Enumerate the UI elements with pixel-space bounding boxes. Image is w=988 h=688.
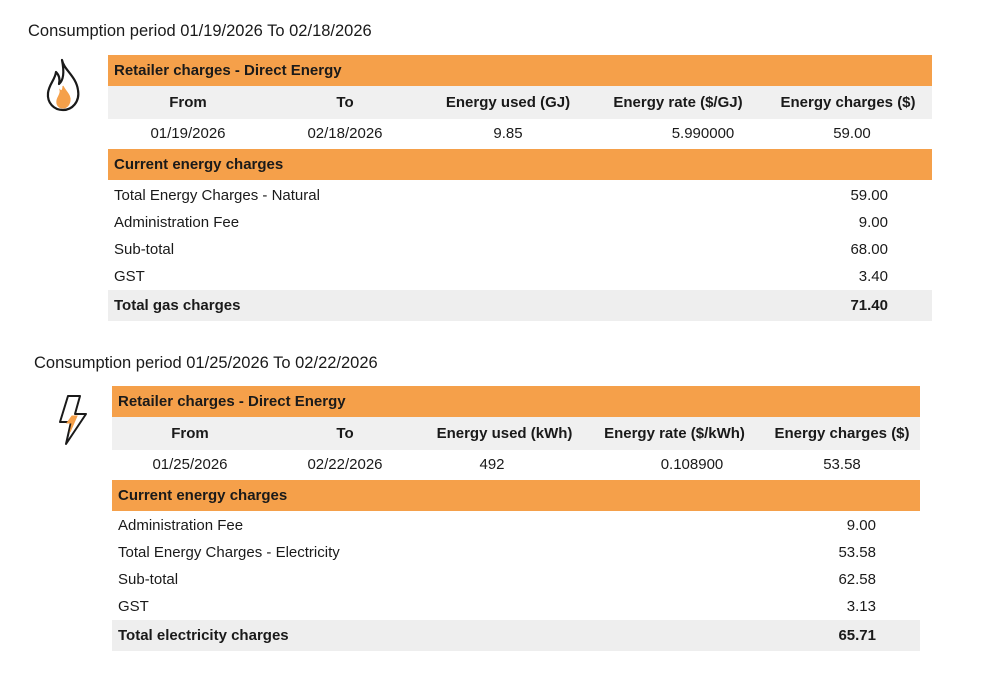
electricity-charges-table: Retailer charges - Direct Energy From To… [112,386,920,651]
gas-header-row: From To Energy used (GJ) Energy rate ($/… [108,86,932,119]
line-item-label: GST [114,268,145,285]
electricity-period-title: Consumption period 01/25/2026 To 02/22/2… [34,354,378,372]
line-item-amount: 53.58 [838,544,876,561]
gas-col-energy-rate: Energy rate ($/GJ) [613,94,743,111]
line-item-amount: 59.00 [850,187,888,204]
gas-charges-table: Retailer charges - Direct Energy From To… [108,55,932,321]
electricity-data-row: 01/25/2026 02/22/2026 492 0.108900 53.58 [112,450,920,480]
line-item-label: GST [118,598,149,615]
line-item-label: Administration Fee [118,517,244,534]
gas-col-from: From [169,94,207,111]
electricity-retailer-bar: Retailer charges - Direct Energy [112,386,920,417]
gas-line-item: Total Energy Charges - Natural 59.00 [108,182,932,209]
gas-period-title: Consumption period 01/19/2026 To 02/18/2… [28,22,372,40]
electricity-col-energy-charges: Energy charges ($) [774,425,910,442]
gas-col-energy-charges: Energy charges ($) [780,94,916,111]
line-item-amount: 62.58 [838,571,876,588]
electricity-line-item: Sub-total 62.58 [112,566,920,593]
gas-line-item: Administration Fee 9.00 [108,209,932,236]
flame-icon [42,56,84,119]
electricity-col-to: To [336,425,354,442]
electricity-energy-rate: 0.108900 [660,456,724,473]
line-item-label: Sub-total [114,241,175,258]
electricity-total-amount: 65.71 [838,627,876,644]
gas-retailer-bar: Retailer charges - Direct Energy [108,55,932,86]
lightning-icon [52,392,92,453]
gas-total-row: Total gas charges 71.40 [108,290,932,321]
electricity-col-from: From [171,425,209,442]
line-item-label: Administration Fee [114,214,240,231]
electricity-line-item: Total Energy Charges - Electricity 53.58 [112,539,920,566]
electricity-current-charges-bar: Current energy charges [112,480,920,511]
electricity-energy-charges: 53.58 [823,456,861,473]
gas-current-charges-bar: Current energy charges [108,149,932,180]
line-item-label: Sub-total [118,571,179,588]
gas-col-to: To [336,94,354,111]
electricity-total-label: Total electricity charges [118,627,289,644]
line-item-amount: 9.00 [858,214,888,231]
line-item-amount: 9.00 [846,517,876,534]
gas-to-date: 02/18/2026 [307,125,383,142]
electricity-from-date: 01/25/2026 [152,456,228,473]
line-item-label: Total Energy Charges - Electricity [118,544,340,561]
gas-total-label: Total gas charges [114,297,241,314]
gas-energy-used: 9.85 [493,125,523,142]
line-item-amount: 3.40 [858,268,888,285]
line-item-label: Total Energy Charges - Natural [114,187,320,204]
electricity-col-energy-used: Energy used (kWh) [436,425,573,442]
line-item-amount: 68.00 [850,241,888,258]
gas-col-energy-used: Energy used (GJ) [445,94,571,111]
line-item-amount: 3.13 [846,598,876,615]
gas-energy-rate: 5.990000 [671,125,735,142]
electricity-total-row: Total electricity charges 65.71 [112,620,920,651]
gas-line-item: Sub-total 68.00 [108,236,932,263]
electricity-header-row: From To Energy used (kWh) Energy rate ($… [112,417,920,450]
electricity-to-date: 02/22/2026 [307,456,383,473]
electricity-line-item: Administration Fee 9.00 [112,512,920,539]
electricity-line-item: GST 3.13 [112,593,920,620]
electricity-col-energy-rate: Energy rate ($/kWh) [604,425,745,442]
gas-data-row: 01/19/2026 02/18/2026 9.85 5.990000 59.0… [108,119,932,149]
gas-energy-charges: 59.00 [833,125,871,142]
gas-total-amount: 71.40 [850,297,888,314]
gas-line-item: GST 3.40 [108,263,932,290]
gas-from-date: 01/19/2026 [150,125,226,142]
electricity-energy-used: 492 [479,456,505,473]
